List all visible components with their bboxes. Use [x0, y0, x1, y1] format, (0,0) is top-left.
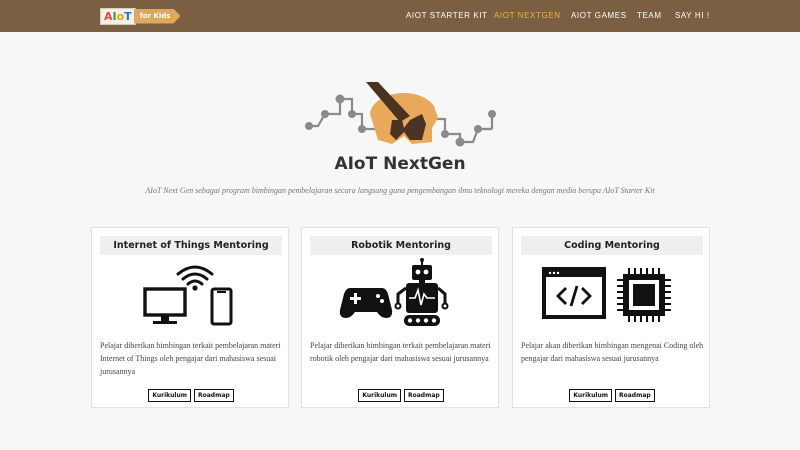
- logo-aiot-text: AIoT: [100, 7, 136, 25]
- left-circuit-icon: [309, 97, 375, 131]
- roadmap-button[interactable]: Roadmap: [615, 389, 655, 402]
- logo-mark: AIoT for Kids: [100, 7, 181, 25]
- site-logo[interactable]: AIoT for Kids: [100, 7, 180, 25]
- card-actions: Kurikulum Roadmap: [513, 389, 711, 402]
- kurikulum-button[interactable]: Kurikulum: [148, 389, 191, 402]
- roadmap-button[interactable]: Roadmap: [404, 389, 444, 402]
- nav-aiot-nextgen[interactable]: AIOT NEXTGEN: [494, 11, 561, 20]
- card-iot-mentoring: Internet of Things Mentoring Pelajar dib…: [91, 227, 289, 408]
- card-title: Internet of Things Mentoring: [100, 236, 282, 255]
- roadmap-button[interactable]: Roadmap: [194, 389, 234, 402]
- page-title: AIoT NextGen: [334, 154, 466, 174]
- kurikulum-button[interactable]: Kurikulum: [569, 389, 612, 402]
- top-navbar: AIoT for Kids AIOT STARTER KIT AIOT NEXT…: [0, 0, 800, 32]
- code-chip-icon: [542, 267, 671, 322]
- card-actions: Kurikulum Roadmap: [302, 389, 500, 402]
- aiot-nextgen-hero-icon: [305, 82, 496, 147]
- nav-aiot-games[interactable]: AIOT GAMES: [571, 11, 627, 20]
- nav-say-hi[interactable]: SAY HI !: [675, 11, 710, 20]
- card-title: Coding Mentoring: [521, 236, 703, 255]
- page-subtitle: AIoT Next Gen sebagai program bimbingan …: [145, 186, 655, 195]
- card-description: Pelajar akan diberikan bimbingan mengena…: [521, 341, 704, 363]
- iot-devices-icon: [143, 265, 233, 326]
- logo-for-kids-label: for Kids: [134, 9, 181, 24]
- robot-gamepad-icon: [339, 258, 449, 326]
- nav-team[interactable]: TEAM: [637, 11, 662, 20]
- logo-letter-o: o: [116, 9, 125, 23]
- card-actions: Kurikulum Roadmap: [92, 389, 290, 402]
- card-description: Pelajar diberikan bimbingan terkait pemb…: [100, 341, 281, 376]
- card-coding-mentoring: Coding Mentoring Pelajar akan diberikan …: [512, 227, 710, 408]
- card-title: Robotik Mentoring: [310, 236, 492, 255]
- nav-aiot-starter-kit[interactable]: AIOT STARTER KIT: [406, 11, 488, 20]
- kurikulum-button[interactable]: Kurikulum: [358, 389, 401, 402]
- card-description: Pelajar diberikan bimbingan terkait pemb…: [310, 341, 491, 363]
- logo-letter-a: A: [104, 9, 113, 23]
- card-robotik-mentoring: Robotik Mentoring Pelajar diberikan bimb…: [301, 227, 499, 408]
- logo-letter-t: T: [124, 9, 132, 23]
